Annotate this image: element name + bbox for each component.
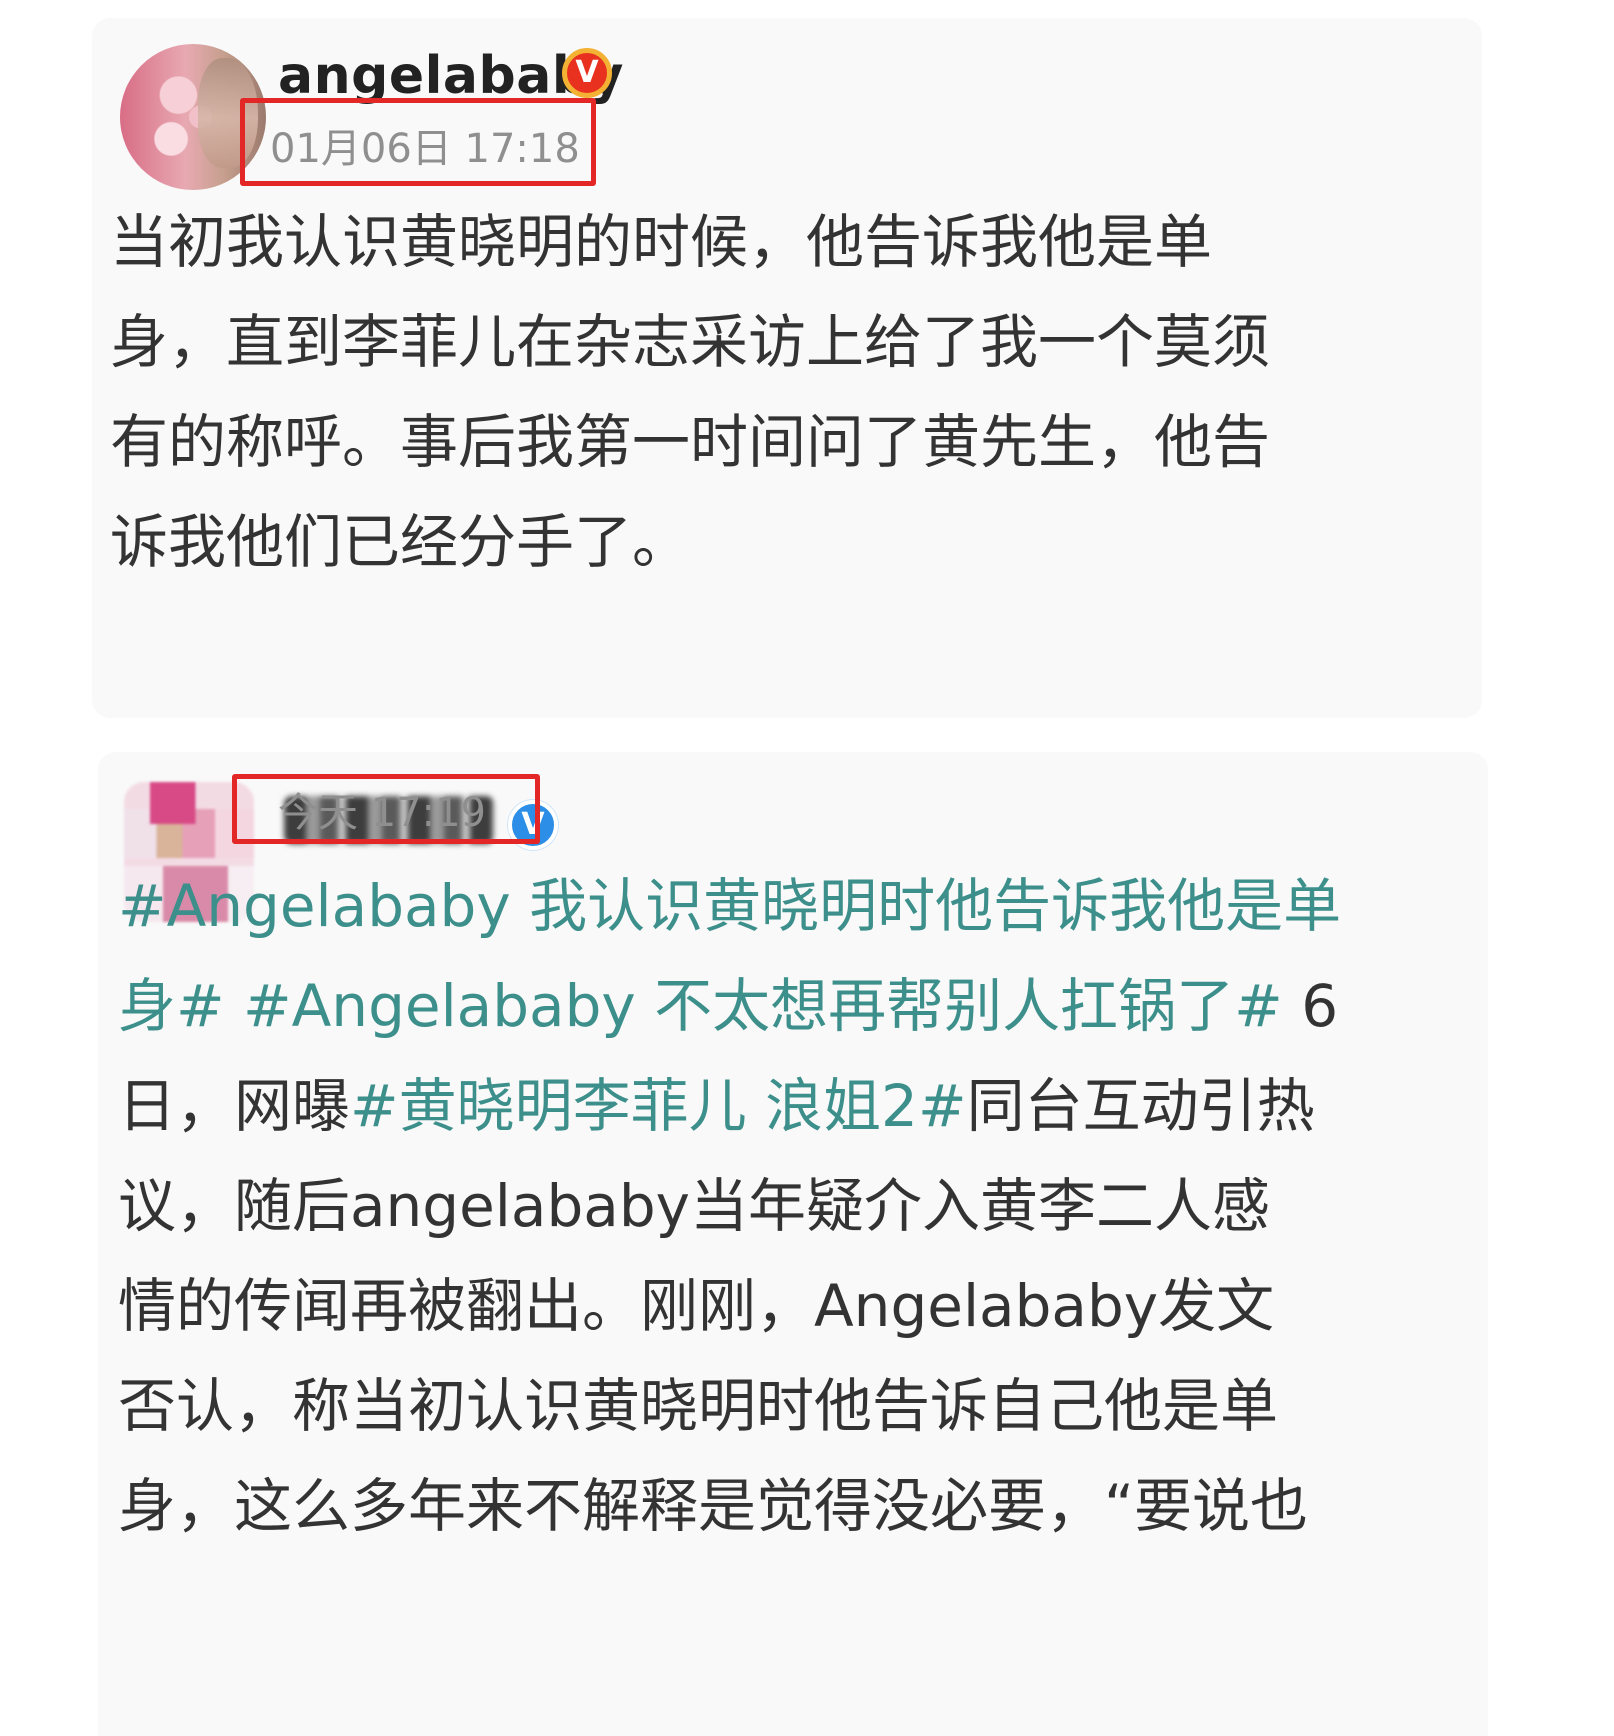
- hashtag-link[interactable]: #Angelababy 我认识黄晓明时他告诉我他是单: [118, 872, 1341, 940]
- body-text: 6: [1282, 972, 1339, 1040]
- post-body: 当初我认识黄晓明的时候，他告诉我他是单 身，直到李菲儿在杂志采访上给了我一个莫须…: [110, 192, 1330, 592]
- hashtag-link[interactable]: 身# #Angelababy 不太想再帮别人扛锅了#: [118, 972, 1283, 1040]
- post-body-line: #Angelababy 我认识黄晓明时他告诉我他是单: [118, 856, 1348, 956]
- post-body-line: 身，直到李菲儿在杂志采访上给了我一个莫须: [110, 308, 1271, 376]
- post-time: 今天 17:19: [278, 790, 486, 836]
- post-body-line: 当初我认识黄晓明的时候，他告诉我他是单: [110, 208, 1213, 276]
- weibo-news-post: V 今天 17:19 #Angelababy 我认识黄晓明时他告诉我他是单 身#…: [98, 752, 1488, 1736]
- post-body-line: 身，这么多年来不解释是觉得没必要，“要说也: [118, 1472, 1309, 1540]
- post-body-line: 议，随后angelababy当年疑介入黄李二人感: [118, 1172, 1270, 1240]
- body-text: 日，网曝: [118, 1072, 351, 1140]
- post-body-line: 诉我他们已经分手了。: [110, 508, 691, 576]
- post-body-line: 日，网曝#黄晓明李菲儿 浪姐2#同台互动引热: [118, 1056, 1348, 1156]
- verified-gold-icon: V: [562, 48, 612, 98]
- post-body-line: 有的称呼。事后我第一时间问了黄先生，他告: [110, 408, 1271, 476]
- post-body-line: 身# #Angelababy 不太想再帮别人扛锅了# 6: [118, 956, 1348, 1056]
- post-time: 01月06日 17:18: [270, 126, 580, 172]
- post-body-line: 否认，称当初认识黄晓明时他告诉自己他是单: [118, 1372, 1279, 1440]
- weibo-post-angelababy: angelababy V 01月06日 17:18 当初我认识黄晓明的时候，他告…: [92, 18, 1482, 718]
- post-body-line: 情的传闻再被翻出。刚刚，Angelababy发文: [118, 1272, 1275, 1340]
- body-text: 同台互动引热: [966, 1072, 1315, 1140]
- hashtag-link[interactable]: #黄晓明李菲儿 浪姐2#: [350, 1072, 967, 1140]
- post-body: #Angelababy 我认识黄晓明时他告诉我他是单 身# #Angelabab…: [118, 856, 1348, 1556]
